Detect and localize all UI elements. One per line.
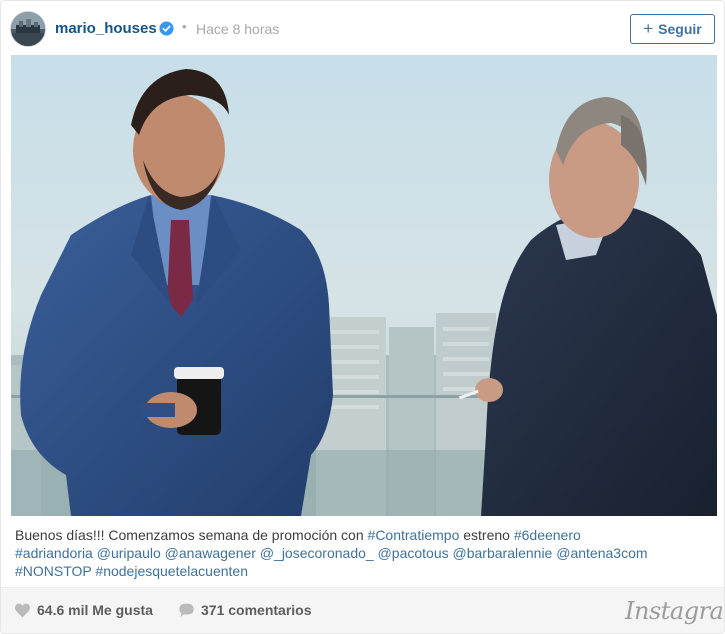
plus-icon: + [643,19,654,38]
hashtag-link[interactable]: #nodejesquetelacuenten [95,563,248,579]
speech-bubble-icon [179,603,194,617]
mention-link[interactable]: @pacotous [378,545,449,561]
comments-count[interactable]: 371 comentarios [178,602,312,618]
caption-text: Buenos días!!! Comenzamos semana de prom… [15,527,368,543]
user-avatar[interactable] [11,12,45,46]
follow-label: Seguir [658,21,702,37]
hashtag-link[interactable]: #Contratiempo [368,527,460,543]
caption-text: estreno [459,527,514,543]
post-header: mario_houses • Hace 8 horas + Seguir [1,1,724,55]
username-link[interactable]: mario_houses [55,20,157,37]
mention-link[interactable]: @_josecoronado_ [260,545,374,561]
post-photo[interactable] [11,55,717,516]
mention-link[interactable]: @uripaulo [97,545,161,561]
hashtag-link[interactable]: #NONSTOP [15,563,92,579]
mention-link[interactable]: @antena3com [556,545,647,561]
caption-line-3: #NONSTOP #nodejesquetelacuenten [15,562,711,580]
hashtag-link[interactable]: #6deenero [514,527,581,543]
instagram-post-card: mario_houses • Hace 8 horas + Seguir Bue… [0,0,725,634]
likes-label: 64.6 mil Me gusta [37,602,153,618]
comments-label: 371 comentarios [201,602,312,618]
caption-line-1: Buenos días!!! Comenzamos semana de prom… [15,526,711,544]
avatar-image [11,12,45,46]
separator-dot: • [182,19,187,34]
mention-link[interactable]: @barbaralennie [453,545,553,561]
verified-badge-icon [159,21,174,36]
hashtag-link[interactable]: #adriandoria [15,545,93,561]
caption-line-2: #adriandoria @uripaulo @anawagener @_jos… [15,544,711,562]
follow-button[interactable]: + Seguir [630,14,715,44]
post-image [11,55,717,516]
mention-link[interactable]: @anawagener [165,545,256,561]
likes-count[interactable]: 64.6 mil Me gusta [14,602,153,618]
instagram-logo[interactable]: Instagram [625,597,724,625]
post-footer: 64.6 mil Me gusta 371 comentarios Instag… [1,587,724,633]
heart-icon [14,603,31,617]
post-caption: Buenos días!!! Comenzamos semana de prom… [15,526,711,580]
post-timestamp[interactable]: Hace 8 horas [196,21,279,37]
